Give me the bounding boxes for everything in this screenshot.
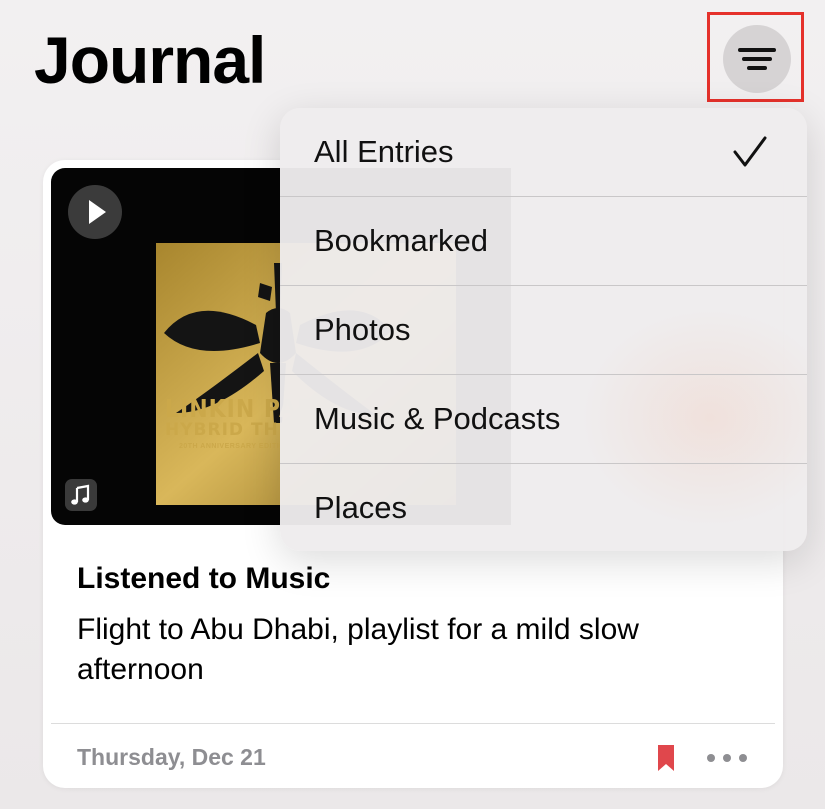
card-divider xyxy=(51,723,775,724)
menu-item-photos[interactable]: Photos xyxy=(280,286,807,375)
entry-title: Listened to Music xyxy=(77,562,331,595)
album-edition-text: 20TH ANNIVERSARY EDITION xyxy=(179,443,291,450)
menu-item-label: All Entries xyxy=(314,134,454,169)
filter-button[interactable] xyxy=(723,25,791,93)
menu-item-bookmarked[interactable]: Bookmarked xyxy=(280,197,807,286)
filter-menu: All Entries Bookmarked Photos Music & Po… xyxy=(280,108,807,551)
checkmark-icon xyxy=(733,136,767,167)
play-button[interactable] xyxy=(68,185,122,239)
menu-item-music-podcasts[interactable]: Music & Podcasts xyxy=(280,375,807,464)
page-title: Journal xyxy=(34,23,266,97)
music-badge xyxy=(65,479,97,511)
filter-lines-icon xyxy=(738,48,776,70)
entry-body: Flight to Abu Dhabi, playlist for a mild… xyxy=(77,613,639,686)
bookmark-icon[interactable] xyxy=(655,744,677,772)
menu-item-label: Bookmarked xyxy=(314,223,489,258)
menu-item-all-entries[interactable]: All Entries xyxy=(280,108,807,197)
menu-item-label: Music & Podcasts xyxy=(314,401,561,436)
music-note-icon xyxy=(71,484,90,505)
more-dots-icon[interactable] xyxy=(703,745,751,771)
menu-item-label: Places xyxy=(314,490,408,525)
menu-item-places[interactable]: Places xyxy=(280,464,807,551)
play-icon xyxy=(89,200,106,224)
entry-date: Thursday, Dec 21 xyxy=(77,744,266,770)
menu-item-label: Photos xyxy=(314,312,411,347)
